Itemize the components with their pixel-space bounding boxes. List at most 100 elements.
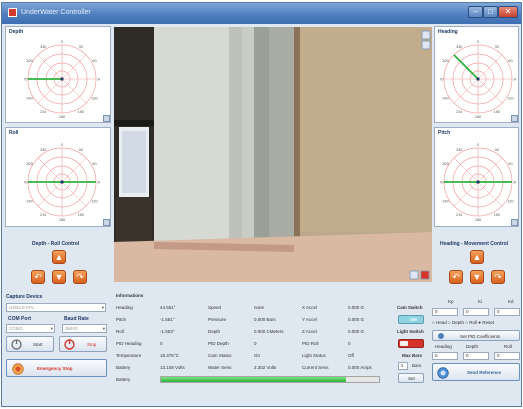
start-icon [11,339,22,350]
com-port-label: COM Port [8,316,32,322]
compass-center [60,77,64,81]
compass-degree-label: 120 [507,199,513,203]
light-switch-toggle[interactable] [398,339,424,348]
set-pid-coefficients-button[interactable]: Set PID Coefficients [432,330,520,341]
compass-degree-label: 240 [442,96,448,100]
chevron-down-icon: ▾ [102,326,105,331]
compass-degree-label: 300 [442,59,448,63]
max-bars-label: Max Bars [402,353,423,358]
pitch-settings-button[interactable] [511,219,518,226]
heading-settings-button[interactable] [511,115,518,122]
roll-left-button[interactable]: ↶ [31,270,45,284]
info-label: Current Sens [302,365,329,370]
emergency-stop-button[interactable]: Emergency Stop [6,359,107,377]
com-port-value: COM3 [9,326,23,331]
turn-left-button[interactable]: ↶ [449,270,463,284]
turn-right-button[interactable]: ↷ [491,270,505,284]
info-value: Off [348,353,354,358]
info-value: 0.000 CMeters [254,329,284,334]
set-pid-coefficients-label: Set PID Coefficients [460,334,501,339]
ki-input[interactable]: 0 [463,308,489,316]
compass-degree-label: 210 [456,213,462,217]
com-port-select[interactable]: COM3 ▾ [6,324,55,333]
move-backward-button[interactable]: ▼ [470,270,484,284]
start-button[interactable]: Start [6,336,54,352]
info-label: PID Roll [302,341,319,346]
depth-down-button[interactable]: ▼ [52,270,66,284]
compass-degree-label: 120 [507,96,513,100]
roll-right-button[interactable]: ↷ [73,270,87,284]
compass-degree-label: 180 [475,218,481,222]
info-value: 0.000 Bars [254,317,276,322]
compass-degree-label: 90 [97,181,100,185]
depth-settings-button[interactable] [103,115,110,122]
close-button[interactable]: ✕ [498,6,518,18]
info-label: Speed [208,305,222,310]
title-bar[interactable]: UnderWater Controller – □ ✕ [2,3,521,24]
maximize-button[interactable]: □ [483,6,498,18]
max-bars-input[interactable]: 2 [398,362,408,370]
radio-roll[interactable]: ○ Roll [465,320,477,325]
compass-degree-label: 150 [78,213,84,217]
max-bars-unit: Bars [412,363,422,368]
info-value: 0 [254,341,257,346]
roll-settings-button[interactable] [103,219,110,226]
compass-degree-label: 180 [59,218,65,222]
informations-title: Informations [116,293,144,298]
info-label: PID Depth [208,341,229,346]
compass-degree-label: 240 [26,199,32,203]
compass-degree-label: 150 [494,213,500,217]
baud-rate-select[interactable]: 38400 ▾ [62,324,107,333]
cam-switch-toggle[interactable]: ON [398,315,424,324]
start-label: Start [33,342,43,347]
ref-roll-input[interactable]: 0 [494,352,520,360]
camera-feed [114,27,432,282]
info-value: -1.553° [160,329,175,334]
cam-switch-label: Cam Switch [397,305,423,310]
ref-depth-input[interactable]: 0 [463,352,489,360]
stop-button[interactable]: Stop [59,336,107,352]
compass-degree-label: 270 [24,181,28,185]
info-value: 0 [348,341,351,346]
send-reference-button[interactable]: Send Reference [432,363,520,381]
ki-label: Ki [478,299,483,304]
compass-degree-label: 240 [26,96,32,100]
kd-input[interactable]: 0 [494,308,520,316]
set-max-bars-button[interactable]: Set [398,373,424,383]
radio-depth-label: Depth [451,320,464,325]
roll-compass: 0 30 60 90 120 150 180 210 240 270 300 330 [24,143,100,222]
info-label: Depth [208,329,221,334]
compass-degree-label: 30 [79,148,83,152]
chevron-down-icon: ▾ [50,326,53,331]
move-forward-button[interactable]: ▲ [470,250,484,264]
baud-rate-label: Baud Rate [64,316,89,322]
heading-movement-control-title: Heading - Movement Control [440,241,509,247]
info-label: Heading [116,305,133,310]
roll-title: Roll [9,130,19,136]
info-value: 0.000 Amps [348,365,372,370]
depth-up-button[interactable]: ▲ [52,250,66,264]
compass-degree-label: 300 [26,59,32,63]
set-max-bars-label: Set [408,376,415,381]
compass-degree-label: 90 [513,181,516,185]
radio-heading-label: Head [435,320,447,325]
radio-reset[interactable]: ● Reset [478,320,494,325]
radio-roll-label: Roll [469,320,477,325]
kp-input[interactable]: 0 [432,308,458,316]
radio-depth[interactable]: ○ Depth [448,320,464,325]
radio-heading[interactable]: ○ Head [432,320,447,325]
info-value: 0.000 G [348,317,365,322]
info-value: 0.000 G [348,329,365,334]
stop-label: Stop [87,342,97,347]
ref-heading-input[interactable]: 0 [432,352,458,360]
info-value: -1.551° [160,317,175,322]
compass-degree-label: 270 [24,78,28,82]
compass-degree-label: 210 [40,213,46,217]
info-label: PID Heading [116,341,142,346]
emergency-stop-label: Emergency Stop [37,366,73,371]
battery-progress-bar [160,376,380,383]
capture-device-select[interactable]: USB2.0 ATV ▾ [6,303,106,312]
compass-degree-label: 330 [456,148,462,152]
warning-icon [12,363,24,375]
minimize-button[interactable]: – [468,6,483,18]
